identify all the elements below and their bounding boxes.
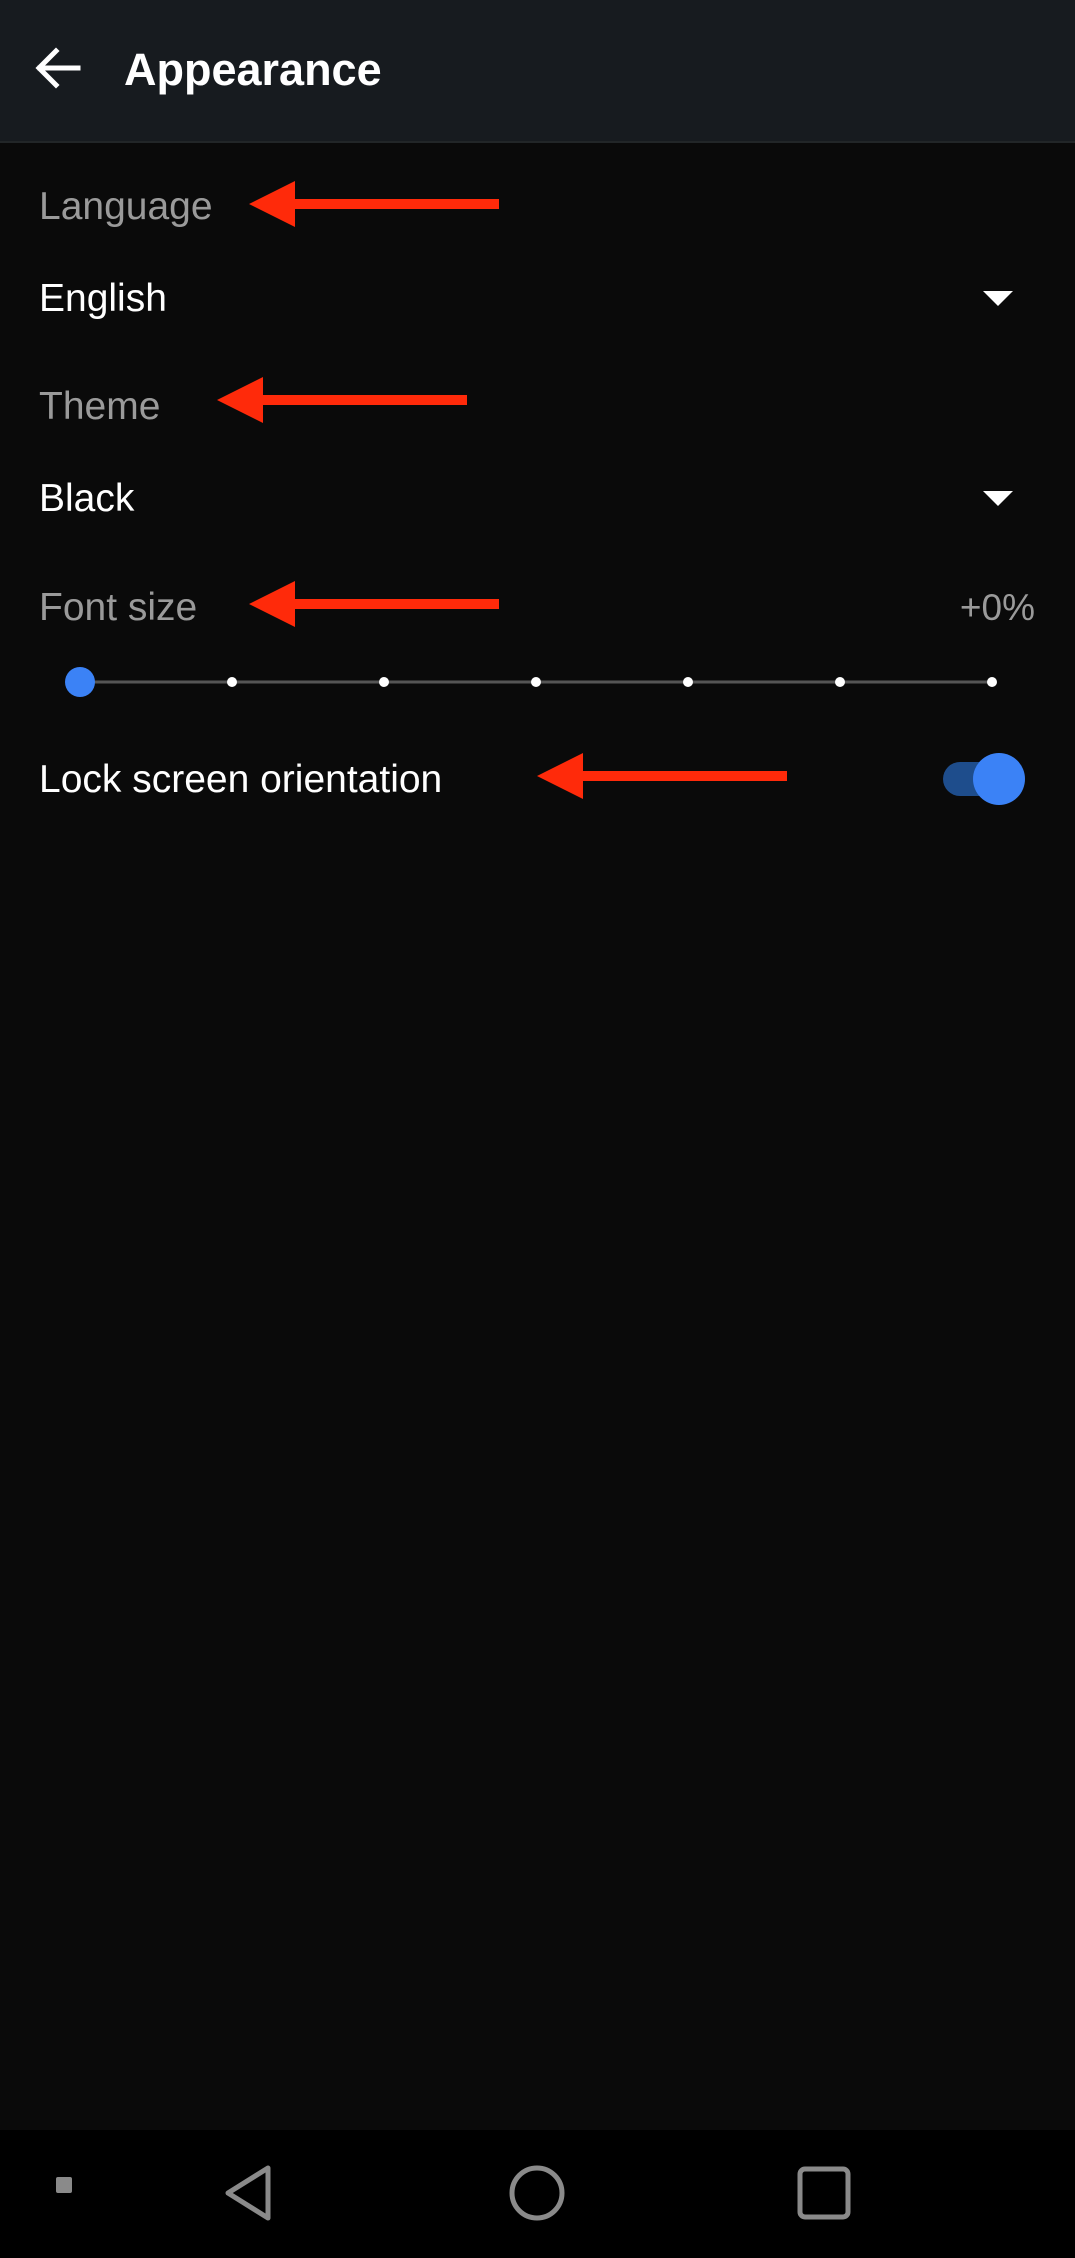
language-label: Language [39, 185, 213, 228]
annotation-arrow-icon [249, 181, 499, 227]
lock-orientation-label: Lock screen orientation [39, 758, 443, 801]
slider-tick [683, 677, 693, 687]
annotation-arrow-icon [249, 581, 499, 627]
slider-tick [987, 677, 997, 687]
language-value: English [39, 277, 167, 320]
chevron-down-icon [983, 291, 1013, 306]
annotation-arrow-icon [537, 753, 787, 799]
back-button[interactable] [28, 38, 88, 98]
slider-tick [227, 677, 237, 687]
arrow-left-icon [35, 47, 81, 89]
font-size-slider[interactable] [62, 655, 1012, 705]
theme-select[interactable]: Black [0, 459, 1075, 539]
lock-orientation-toggle[interactable] [940, 750, 1030, 810]
recents-square-icon[interactable] [797, 2166, 851, 2220]
theme-value: Black [39, 477, 135, 520]
language-select[interactable]: English [0, 259, 1075, 339]
font-size-label: Font size [39, 586, 198, 629]
font-size-value: +0% [959, 587, 1035, 628]
square-dot-icon[interactable] [55, 2176, 73, 2194]
slider-thumb [65, 667, 95, 697]
back-triangle-icon[interactable] [222, 2164, 274, 2222]
slider-tick [379, 677, 389, 687]
slider-tick [835, 677, 845, 687]
chevron-down-icon [983, 491, 1013, 506]
home-circle-icon[interactable] [508, 2164, 566, 2222]
theme-label: Theme [39, 385, 161, 428]
slider-tick [531, 677, 541, 687]
app-bar: Appearance [0, 0, 1075, 143]
page-title: Appearance [124, 44, 382, 95]
system-nav-bar [0, 2130, 1075, 2258]
annotation-arrow-icon [217, 377, 467, 423]
